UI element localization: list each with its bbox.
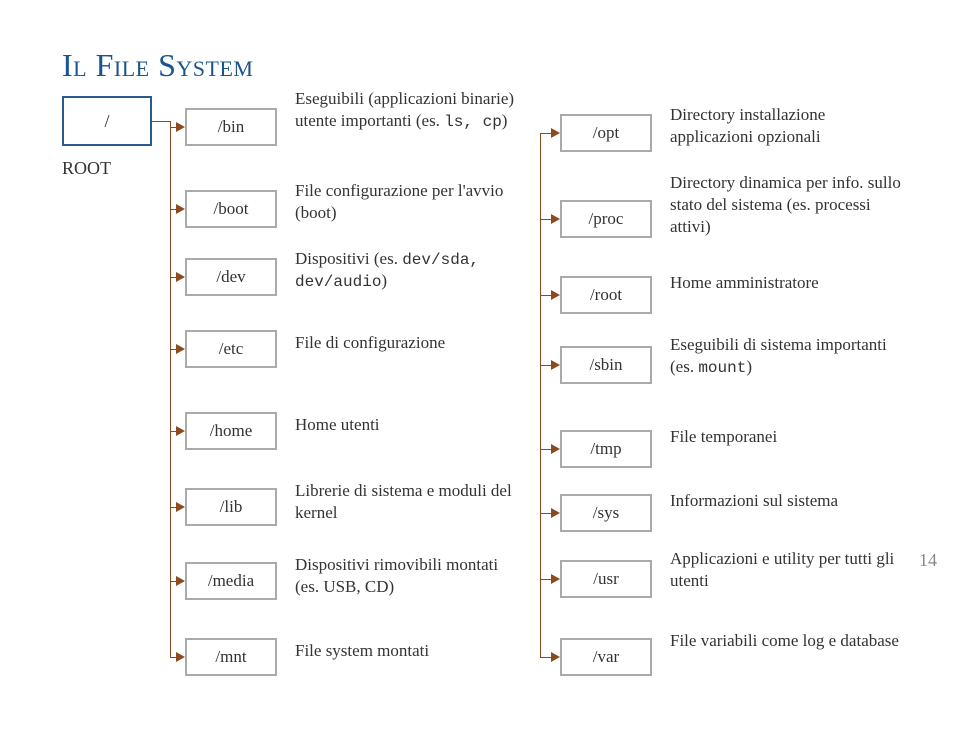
dir-description: Dispositivi (es. dev/sda, dev/audio) <box>295 248 515 293</box>
arrow-head-icon <box>551 444 560 454</box>
dir-description: File temporanei <box>670 426 777 448</box>
page-number: 14 <box>919 550 937 571</box>
connector <box>540 579 551 580</box>
connector <box>152 121 170 122</box>
dir-node: /usr <box>560 560 652 598</box>
dir-description: Directory dinamica per info. sullo stato… <box>670 172 908 237</box>
dir-description: Eseguibili di sistema importanti (es. mo… <box>670 334 908 378</box>
connector-right-trunk <box>540 133 541 657</box>
arrow-head-icon <box>176 122 185 132</box>
dir-description: File configurazione per l'avvio (boot) <box>295 180 515 224</box>
connector <box>540 513 551 514</box>
connector <box>540 657 551 658</box>
dir-description: Applicazioni e utility per tutti gli ute… <box>670 548 908 592</box>
dir-node: /media <box>185 562 277 600</box>
dir-node: /opt <box>560 114 652 152</box>
dir-description: File variabili come log e database <box>670 630 899 652</box>
connector <box>540 219 551 220</box>
dir-description: Home utenti <box>295 414 380 436</box>
dir-node: /sbin <box>560 346 652 384</box>
connector-root-trunk <box>170 121 171 657</box>
dir-description: Librerie di sistema e moduli del kernel <box>295 480 515 524</box>
dir-node: /tmp <box>560 430 652 468</box>
root-label: ROOT <box>62 158 111 179</box>
arrow-head-icon <box>551 360 560 370</box>
arrow-head-icon <box>176 576 185 586</box>
arrow-head-icon <box>176 652 185 662</box>
dir-node: /root <box>560 276 652 314</box>
root-node: / <box>62 96 152 146</box>
dir-node: /lib <box>185 488 277 526</box>
dir-description: Eseguibili (applicazioni binarie) utente… <box>295 88 515 132</box>
arrow-head-icon <box>551 574 560 584</box>
dir-description: File di configurazione <box>295 332 445 354</box>
arrow-head-icon <box>551 290 560 300</box>
dir-node: /mnt <box>185 638 277 676</box>
dir-node: /var <box>560 638 652 676</box>
dir-description: Home amministratore <box>670 272 819 294</box>
arrow-head-icon <box>176 344 185 354</box>
dir-node: /dev <box>185 258 277 296</box>
dir-node: /boot <box>185 190 277 228</box>
dir-node: /home <box>185 412 277 450</box>
page-title: Il File System <box>62 47 253 84</box>
connector <box>540 295 551 296</box>
dir-description: Dispositivi rimovibili montati (es. USB,… <box>295 554 515 598</box>
connector <box>540 133 551 134</box>
connector <box>540 365 551 366</box>
dir-description: Directory installazione applicazioni opz… <box>670 104 908 148</box>
connector <box>540 449 551 450</box>
arrow-head-icon <box>176 426 185 436</box>
arrow-head-icon <box>176 272 185 282</box>
arrow-head-icon <box>551 652 560 662</box>
dir-node: /proc <box>560 200 652 238</box>
dir-node: /sys <box>560 494 652 532</box>
dir-description: File system montati <box>295 640 429 662</box>
arrow-head-icon <box>176 502 185 512</box>
dir-node: /etc <box>185 330 277 368</box>
dir-node: /bin <box>185 108 277 146</box>
arrow-head-icon <box>551 128 560 138</box>
arrow-head-icon <box>176 204 185 214</box>
arrow-head-icon <box>551 508 560 518</box>
dir-description: Informazioni sul sistema <box>670 490 838 512</box>
arrow-head-icon <box>551 214 560 224</box>
